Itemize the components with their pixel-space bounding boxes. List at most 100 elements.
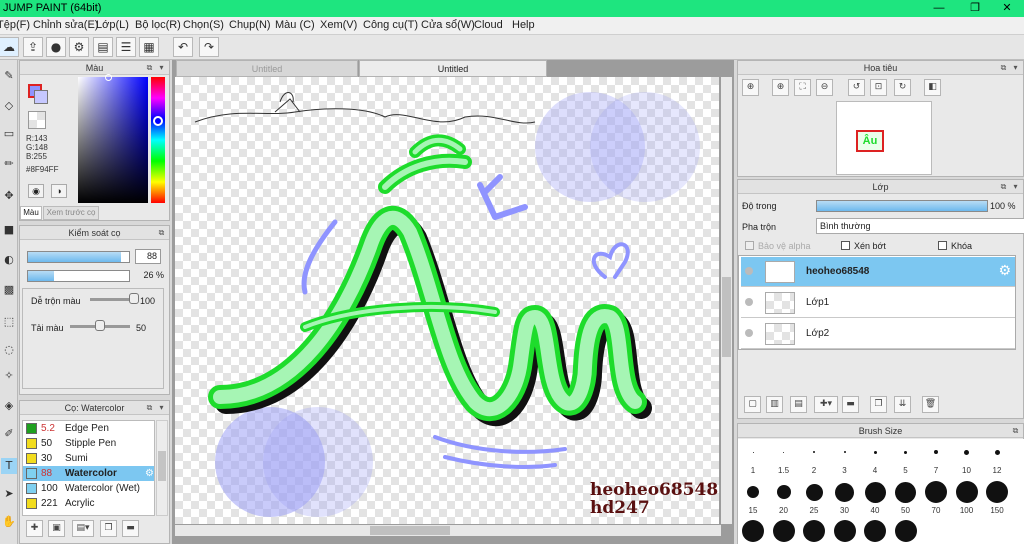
duplicate-layer-icon[interactable]: ❐ bbox=[870, 396, 887, 413]
brush-size-value[interactable]: 88 bbox=[135, 249, 161, 264]
brush-size-dot[interactable] bbox=[904, 450, 907, 454]
pointer-tool-icon[interactable]: ➤ bbox=[1, 486, 17, 502]
tab-untitled-2[interactable]: Untitled bbox=[359, 60, 547, 77]
zoom-in-icon[interactable]: ⊕ bbox=[772, 79, 789, 96]
brush-size-dot[interactable] bbox=[752, 451, 754, 453]
sv-picker-cursor[interactable] bbox=[105, 74, 112, 81]
layer-item-lop2[interactable]: Lớp2 bbox=[741, 319, 1015, 349]
brush-item-watercolor[interactable]: 88 Watercolor ⚙ bbox=[23, 466, 154, 481]
clipping-checkbox[interactable] bbox=[841, 241, 850, 250]
panel-float-icon[interactable]: ⧉ bbox=[1010, 425, 1021, 436]
menu-edit[interactable]: Chỉnh sửa(E) bbox=[33, 19, 98, 31]
menu-select[interactable]: Chọn(S) bbox=[183, 19, 224, 31]
brush-size-dot[interactable] bbox=[925, 481, 947, 503]
brush-item-watercolor-wet[interactable]: 100 Watercolor (Wet) bbox=[23, 481, 154, 496]
menu-color[interactable]: Màu (C) bbox=[275, 19, 315, 31]
brush-size-slider[interactable] bbox=[27, 251, 130, 263]
brush-size-dot[interactable] bbox=[803, 520, 825, 542]
rectangle-tool-icon[interactable]: ▭ bbox=[1, 126, 17, 142]
brush-size-dot[interactable] bbox=[895, 481, 916, 503]
brush-size-dot[interactable] bbox=[964, 449, 969, 455]
move-tool-icon[interactable]: ✥ bbox=[1, 188, 17, 204]
merge-layer-icon[interactable]: ⇊ bbox=[894, 396, 911, 413]
brush-item-edge-pen[interactable]: 5.2 Edge Pen bbox=[23, 421, 154, 436]
gear-icon[interactable]: ⚙ bbox=[998, 263, 1011, 279]
protect-alpha-checkbox[interactable] bbox=[745, 241, 754, 250]
text-tool-icon[interactable]: T bbox=[1, 458, 17, 474]
brush-size-dot[interactable] bbox=[833, 520, 856, 542]
brush-size-dot[interactable] bbox=[813, 451, 815, 453]
brush-list-scroll-thumb[interactable] bbox=[158, 451, 166, 481]
minimize-icon[interactable]: — bbox=[922, 0, 956, 17]
brush-size-dot[interactable] bbox=[994, 449, 1000, 455]
brush-size-dot[interactable] bbox=[955, 481, 978, 503]
maximize-icon[interactable]: ❐ bbox=[958, 0, 992, 17]
palette-icon[interactable]: ◉ bbox=[28, 184, 44, 198]
canvas-vscroll-thumb[interactable] bbox=[722, 277, 731, 357]
palette-history-icon[interactable]: ◑ bbox=[51, 184, 67, 198]
brush-tool-icon[interactable]: ✏ bbox=[1, 156, 17, 172]
panel-menu-icon[interactable]: ▾ bbox=[156, 62, 167, 73]
copy-brush-icon[interactable]: ❐ bbox=[100, 520, 117, 537]
comment-icon[interactable]: ● bbox=[46, 37, 66, 57]
brush-size-dot[interactable] bbox=[843, 451, 846, 453]
fill-tool-icon[interactable]: ■ bbox=[1, 222, 17, 238]
canvas-vertical-scrollbar[interactable] bbox=[721, 77, 732, 524]
brush-opacity-slider[interactable] bbox=[27, 270, 130, 282]
mix-slider[interactable] bbox=[90, 298, 134, 301]
brush-size-dot[interactable] bbox=[747, 486, 759, 498]
add-layer-dropdown-icon[interactable]: ✚▾ bbox=[814, 396, 838, 413]
reset-view-icon[interactable]: ⊡ bbox=[870, 79, 887, 96]
new-layer-1bit-icon[interactable]: ▤ bbox=[790, 396, 807, 413]
menu-file[interactable]: Tệp(F) bbox=[0, 19, 30, 31]
layer-opacity-slider[interactable] bbox=[816, 200, 988, 212]
layer-item-lop1[interactable]: Lớp1 bbox=[741, 288, 1015, 318]
navigator-viewport[interactable]: Âu bbox=[856, 130, 884, 152]
navigator-preview[interactable]: Âu bbox=[836, 101, 932, 175]
gradient-tool-icon[interactable]: ▩ bbox=[1, 282, 17, 298]
add-brush-icon[interactable]: ✚ bbox=[26, 520, 43, 537]
lasso-tool-icon[interactable]: ◌ bbox=[1, 342, 17, 358]
eye-icon[interactable] bbox=[745, 329, 753, 337]
brush-size-dot[interactable] bbox=[864, 481, 886, 503]
zoom-icon[interactable]: ⊕ bbox=[742, 79, 759, 96]
panel-menu-icon[interactable]: ▾ bbox=[1010, 62, 1021, 73]
brush-folder-icon[interactable]: ▣ bbox=[48, 520, 65, 537]
transparent-color-swatch[interactable] bbox=[28, 111, 46, 129]
brush-size-dot[interactable] bbox=[742, 520, 764, 542]
bucket-tool-icon[interactable]: ◐ bbox=[1, 252, 17, 268]
menu-tools[interactable]: Công cụ(T) bbox=[363, 19, 418, 31]
brush-item-sumi[interactable]: 30 Sumi bbox=[23, 451, 154, 466]
brush-size-dot[interactable] bbox=[986, 481, 1008, 503]
hand-tool-icon[interactable]: ✋ bbox=[1, 514, 17, 530]
flip-icon[interactable]: ◧ bbox=[924, 79, 941, 96]
pen-tool-icon[interactable]: ✎ bbox=[1, 68, 17, 84]
panel-float-icon[interactable]: ⧉ bbox=[156, 227, 167, 238]
eraser-tool-icon[interactable]: ◇ bbox=[1, 98, 17, 114]
brush-size-dot[interactable] bbox=[864, 520, 886, 542]
tab-untitled-1[interactable]: Untitled bbox=[176, 60, 358, 77]
brush-size-dot[interactable] bbox=[934, 450, 938, 454]
menu-layer[interactable]: Lớp(L) bbox=[96, 19, 129, 31]
folder-icon[interactable]: ▬ bbox=[122, 520, 139, 537]
menu-help[interactable]: Help bbox=[512, 19, 535, 31]
drawing-canvas[interactable]: heoheo68548 hd247 bbox=[175, 77, 719, 524]
layer-item-heoheo68548[interactable]: heoheo68548 ⚙ bbox=[741, 257, 1015, 287]
lock-checkbox[interactable] bbox=[938, 241, 947, 250]
menu-view[interactable]: Xem(V) bbox=[320, 19, 357, 31]
select-eraser-icon[interactable]: ◈ bbox=[1, 398, 17, 414]
trash-icon[interactable]: 🗑 bbox=[922, 396, 939, 413]
canvas-horizontal-scrollbar[interactable] bbox=[175, 525, 721, 536]
brush-size-dot[interactable] bbox=[776, 485, 791, 499]
tab-color[interactable]: Màu bbox=[20, 206, 42, 220]
panel-float-icon[interactable]: ⧉ bbox=[144, 62, 155, 73]
close-icon[interactable]: ✕ bbox=[990, 0, 1024, 17]
document-icon[interactable]: ▤ bbox=[93, 37, 113, 57]
select-tool-icon[interactable]: ⬚ bbox=[1, 314, 17, 330]
cloud-icon[interactable]: ☁ bbox=[0, 37, 19, 57]
new-layer-8bit-icon[interactable]: ▥ bbox=[766, 396, 783, 413]
panel-float-icon[interactable]: ⧉ bbox=[144, 402, 155, 413]
rotate-left-icon[interactable]: ↺ bbox=[848, 79, 865, 96]
hue-slider-cursor[interactable] bbox=[153, 116, 163, 126]
settings-icon[interactable]: ⚙ bbox=[69, 37, 89, 57]
